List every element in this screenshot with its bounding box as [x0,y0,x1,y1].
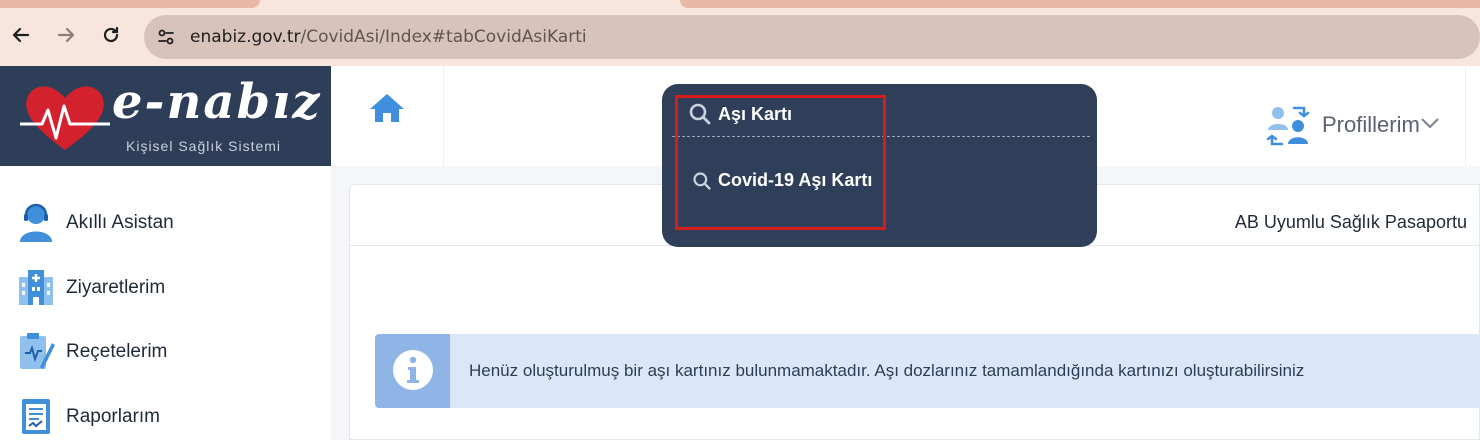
back-button[interactable] [6,20,36,50]
sidebar-item-recetelerim[interactable]: Reçetelerim [0,323,331,383]
panel-title[interactable]: AB Uyumlu Sağlık Pasaportu [1235,212,1467,233]
hospital-icon [19,270,53,305]
url-host: enabiz.gov.tr [190,27,301,47]
sidebar-item-label: Reçetelerim [66,341,168,362]
sidebar-item-ziyaretlerim[interactable]: Ziyaretlerim [0,259,331,319]
browser-tab[interactable] [0,0,260,8]
highlight-box [675,95,886,230]
sidebar-item-akilli-asistan[interactable]: Akıllı Asistan [0,194,331,254]
url-text[interactable]: enabiz.gov.tr/CovidAsi/Index#tabCovidAsi… [190,27,587,47]
chevron-down-icon[interactable] [1420,116,1440,130]
reload-button[interactable] [96,20,126,50]
reload-icon [103,26,119,43]
alert-message: Henüz oluşturulmuş bir aşı kartınız bulu… [469,361,1305,380]
arrow-right-icon [57,27,75,43]
logo-subtitle: Kişisel Sağlık Sistemi [126,138,282,154]
prescription-icon [20,333,55,369]
browser-tab[interactable] [680,0,1480,8]
heart-pulse-icon [20,86,110,150]
logo[interactable]: e-nabız Kişisel Sağlık Sistemi [0,66,331,166]
home-icon[interactable] [368,92,406,124]
sidebar: Akıllı Asistan Ziyaretlerim Reçetelerim [0,166,331,440]
sidebar-item-label: Raporlarım [66,406,160,427]
logo-title: e-nabız [112,74,322,130]
header-divider [1465,66,1466,166]
sidebar-item-label: Akıllı Asistan [66,212,174,233]
url-path: /CovidAsi/Index#tabCovidAsiKarti [300,27,587,47]
forward-button[interactable] [51,20,81,50]
assistant-icon [20,203,52,242]
sidebar-item-raporlarim[interactable]: Raporlarım [0,388,331,448]
info-icon [393,350,433,390]
arrow-left-icon [12,27,30,43]
tune-icon [158,29,174,45]
switch-profile-icon[interactable] [1266,104,1310,148]
profiles-menu[interactable]: Profillerim [1322,112,1420,138]
site-info-button[interactable] [150,21,182,53]
sidebar-item-label: Ziyaretlerim [66,277,166,298]
report-icon [22,399,50,434]
